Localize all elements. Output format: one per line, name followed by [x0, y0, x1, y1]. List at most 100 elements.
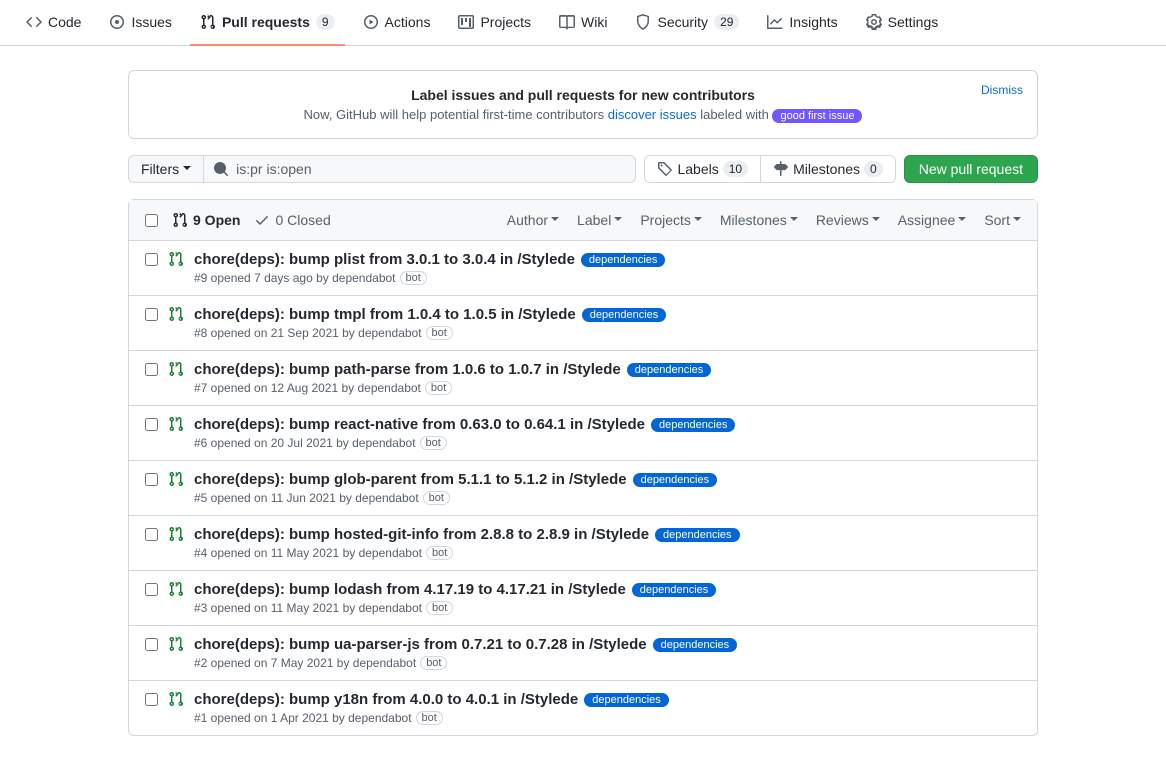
pr-row: chore(deps): bump react-native from 0.63… [129, 406, 1037, 461]
labels-milestones-group: Labels10 Milestones0 [644, 155, 895, 183]
dependencies-label[interactable]: dependencies [655, 528, 740, 542]
issue-icon [109, 14, 125, 30]
pr-select-checkbox[interactable] [145, 418, 158, 431]
dependencies-label[interactable]: dependencies [653, 638, 738, 652]
filter-sort[interactable]: Sort [984, 212, 1021, 228]
tab-code[interactable]: Code [16, 0, 91, 46]
tab-security[interactable]: Security29 [625, 0, 749, 46]
pr-title-link[interactable]: chore(deps): bump react-native from 0.63… [194, 416, 645, 433]
pr-meta: #6 opened on 20 Jul 2021 by dependabot b… [194, 436, 1021, 450]
bot-badge: bot [425, 381, 452, 395]
filter-projects[interactable]: Projects [640, 212, 702, 228]
pr-meta-text: #2 opened on 7 May 2021 by dependabot [194, 656, 416, 670]
repo-nav: Code Issues Pull requests9 Actions Proje… [0, 0, 1166, 46]
filter-assignee[interactable]: Assignee [898, 212, 967, 228]
pr-open-icon [168, 691, 184, 707]
dependencies-label[interactable]: dependencies [582, 308, 667, 322]
pr-select-checkbox[interactable] [145, 638, 158, 651]
caret-down-icon [551, 217, 559, 225]
dependencies-label[interactable]: dependencies [632, 583, 717, 597]
banner-title: Label issues and pull requests for new c… [145, 87, 1021, 103]
pr-title-link[interactable]: chore(deps): bump hosted-git-info from 2… [194, 526, 649, 543]
pr-meta: #9 opened 7 days ago by dependabot bot [194, 271, 1021, 285]
pr-open-icon [168, 251, 184, 267]
pr-meta: #2 opened on 7 May 2021 by dependabot bo… [194, 656, 1021, 670]
dependencies-label[interactable]: dependencies [633, 473, 718, 487]
pr-row: chore(deps): bump plist from 3.0.1 to 3.… [129, 241, 1037, 296]
pr-select-checkbox[interactable] [145, 528, 158, 541]
code-icon [26, 14, 42, 30]
pr-row: chore(deps): bump lodash from 4.17.19 to… [129, 571, 1037, 626]
pr-select-checkbox[interactable] [145, 693, 158, 706]
tab-wiki[interactable]: Wiki [549, 0, 617, 46]
tab-projects[interactable]: Projects [448, 0, 541, 46]
tab-settings[interactable]: Settings [856, 0, 949, 46]
shield-icon [635, 14, 651, 30]
pr-meta: #8 opened on 21 Sep 2021 by dependabot b… [194, 326, 1021, 340]
tab-insights-label: Insights [789, 14, 837, 30]
pr-row: chore(deps): bump ua-parser-js from 0.7.… [129, 626, 1037, 681]
pr-select-checkbox[interactable] [145, 308, 158, 321]
labels-button[interactable]: Labels10 [645, 156, 760, 182]
pr-meta: #7 opened on 12 Aug 2021 by dependabot b… [194, 381, 1021, 395]
tab-actions[interactable]: Actions [353, 0, 441, 46]
pr-meta: #3 opened on 11 May 2021 by dependabot b… [194, 601, 1021, 615]
filter-milestones[interactable]: Milestones [720, 212, 798, 228]
closed-filter[interactable]: 0 Closed [254, 212, 330, 228]
pr-icon [200, 14, 216, 30]
pr-select-checkbox[interactable] [145, 583, 158, 596]
pr-title-link[interactable]: chore(deps): bump glob-parent from 5.1.1… [194, 471, 627, 488]
tab-pull-requests[interactable]: Pull requests9 [190, 0, 345, 46]
caret-down-icon [790, 217, 798, 225]
project-icon [458, 14, 474, 30]
search-input[interactable] [203, 155, 636, 183]
milestones-button[interactable]: Milestones0 [760, 156, 895, 182]
pr-open-icon [168, 581, 184, 597]
labels-count: 10 [723, 161, 748, 177]
dependencies-label[interactable]: dependencies [581, 253, 666, 267]
pr-meta-text: #4 opened on 11 May 2021 by dependabot [194, 546, 422, 560]
pr-title-link[interactable]: chore(deps): bump ua-parser-js from 0.7.… [194, 636, 647, 653]
new-pull-request-button[interactable]: New pull request [904, 155, 1038, 183]
bot-badge: bot [426, 546, 453, 560]
dependencies-label[interactable]: dependencies [584, 693, 669, 707]
open-filter[interactable]: 9 Open [172, 212, 240, 228]
pr-select-checkbox[interactable] [145, 473, 158, 486]
banner-subtitle: Now, GitHub will help potential first-ti… [145, 107, 1021, 122]
tab-issues[interactable]: Issues [99, 0, 181, 46]
tab-security-label: Security [657, 14, 708, 30]
dependencies-label[interactable]: dependencies [627, 363, 712, 377]
milestones-count: 0 [864, 161, 883, 177]
pr-list: 9 Open 0 Closed Author Label Projects Miles… [128, 199, 1038, 736]
tag-icon [657, 161, 673, 177]
tab-pulls-label: Pull requests [222, 14, 310, 30]
filter-label[interactable]: Label [577, 212, 622, 228]
filters-button[interactable]: Filters [128, 155, 203, 183]
pr-meta-text: #7 opened on 12 Aug 2021 by dependabot [194, 381, 421, 395]
select-all-checkbox[interactable] [145, 214, 158, 227]
pr-meta-text: #8 opened on 21 Sep 2021 by dependabot [194, 326, 422, 340]
filter-author[interactable]: Author [507, 212, 559, 228]
dismiss-link[interactable]: Dismiss [981, 83, 1023, 97]
pr-row: chore(deps): bump tmpl from 1.0.4 to 1.0… [129, 296, 1037, 351]
tab-actions-label: Actions [385, 14, 431, 30]
filter-reviews[interactable]: Reviews [816, 212, 880, 228]
good-first-issue-label[interactable]: good first issue [772, 109, 862, 123]
pr-title-link[interactable]: chore(deps): bump tmpl from 1.0.4 to 1.0… [194, 306, 576, 323]
pr-select-checkbox[interactable] [145, 253, 158, 266]
tab-insights[interactable]: Insights [757, 0, 847, 46]
pr-title-link[interactable]: chore(deps): bump lodash from 4.17.19 to… [194, 581, 626, 598]
pr-title-link[interactable]: chore(deps): bump y18n from 4.0.0 to 4.0… [194, 691, 578, 708]
tab-issues-label: Issues [131, 14, 171, 30]
pr-meta: #1 opened on 1 Apr 2021 by dependabot bo… [194, 711, 1021, 725]
pr-meta-text: #9 opened 7 days ago by dependabot [194, 271, 396, 285]
bot-badge: bot [420, 656, 447, 670]
pr-select-checkbox[interactable] [145, 363, 158, 376]
discover-issues-link[interactable]: discover issues [608, 107, 697, 122]
pr-title-link[interactable]: chore(deps): bump plist from 3.0.1 to 3.… [194, 251, 575, 268]
pr-meta-text: #3 opened on 11 May 2021 by dependabot [194, 601, 422, 615]
bot-badge: bot [400, 271, 427, 285]
play-icon [363, 14, 379, 30]
pr-title-link[interactable]: chore(deps): bump path-parse from 1.0.6 … [194, 361, 621, 378]
dependencies-label[interactable]: dependencies [651, 418, 736, 432]
